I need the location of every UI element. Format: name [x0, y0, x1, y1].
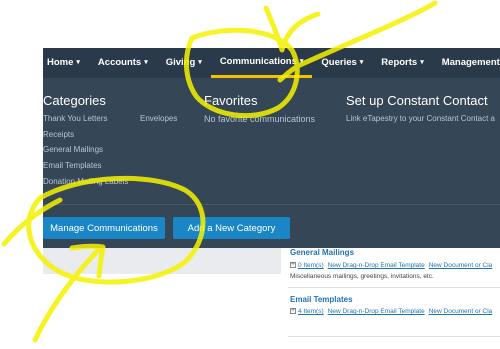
- category-link-donation-mailing-labels[interactable]: Donation Mailing Labels: [43, 177, 128, 186]
- screen: Home ▾ Accounts ▾ Giving ▾ Communications ▾ …: [0, 0, 500, 349]
- nav-giving[interactable]: Giving ▾: [157, 48, 211, 78]
- nav-home[interactable]: Home ▾: [43, 48, 89, 78]
- add-category-button[interactable]: Add a New Category: [173, 217, 290, 239]
- expand-icon[interactable]: +: [290, 262, 296, 269]
- new-email-template-link[interactable]: New Drag-n-Drop Email Template: [328, 308, 425, 315]
- left-panel: [43, 248, 281, 274]
- item-count-link[interactable]: 4 Item(s): [298, 308, 324, 315]
- nav-accounts-label: Accounts: [97, 57, 142, 68]
- nav-communications[interactable]: Communications ▾: [210, 48, 313, 78]
- category-link-general-mailings[interactable]: General Mailings: [43, 145, 103, 154]
- chevron-down-icon: ▾: [76, 59, 80, 66]
- constant-contact-heading: Set up Constant Contact: [346, 93, 488, 108]
- chevron-down-icon: ▾: [359, 59, 364, 66]
- communications-content: General Mailings +0 Item(s) New Drag-n-Dr…: [43, 248, 500, 349]
- new-document-link[interactable]: New Document or Cla: [429, 308, 493, 315]
- highlighter-arrowhead-top: [263, 5, 321, 53]
- nav-reports[interactable]: Reports ▾: [372, 48, 432, 78]
- item-count-link[interactable]: 0 Item(s): [298, 262, 324, 269]
- categories-heading: Categories: [43, 93, 106, 108]
- nav-queries-label: Queries: [321, 57, 357, 68]
- dropdown-divider: [43, 204, 500, 205]
- nav-reports-label: Reports: [381, 57, 418, 68]
- chevron-down-icon: ▾: [420, 59, 424, 66]
- constant-contact-link[interactable]: Link eTapestry to your Constant Contact …: [346, 114, 495, 123]
- nav-management-label: Management: [441, 57, 500, 68]
- chevron-down-icon: ▾: [198, 59, 202, 66]
- main-navbar: Home ▾ Accounts ▾ Giving ▾ Communications ▾ …: [43, 48, 500, 78]
- favorites-empty-text: No favorite communications: [204, 114, 316, 124]
- nav-communications-label: Communications: [219, 56, 297, 67]
- chevron-down-icon: ▾: [144, 59, 148, 66]
- section-meta-general-mailings: +0 Item(s) New Drag-n-Drop Email Template…: [290, 262, 496, 269]
- category-link-envelopes[interactable]: Envelopes: [140, 114, 177, 123]
- new-email-template-link[interactable]: New Drag-n-Drop Email Template: [328, 262, 425, 269]
- nav-management[interactable]: Management▾: [433, 48, 500, 78]
- nav-queries[interactable]: Queries ▾: [312, 48, 372, 78]
- row-divider: [288, 287, 500, 288]
- favorites-heading: Favorites: [204, 93, 258, 108]
- section-meta-email-templates: +4 Item(s) New Drag-n-Drop Email Template…: [290, 308, 496, 315]
- manage-communications-button[interactable]: Manage Communications: [43, 217, 165, 239]
- section-description: Miscellaneous mailings, greetings, invit…: [290, 273, 434, 280]
- chevron-down-icon: ▾: [299, 58, 304, 65]
- new-document-link[interactable]: New Document or Cla: [429, 262, 493, 269]
- section-title-email-templates[interactable]: Email Templates: [290, 295, 353, 304]
- row-divider: [288, 336, 500, 337]
- category-link-receipts[interactable]: Receipts: [43, 130, 74, 139]
- nav-home-label: Home: [47, 57, 74, 68]
- expand-icon[interactable]: +: [290, 308, 296, 315]
- communications-dropdown: Categories Thank You Letters Receipts Ge…: [43, 78, 500, 248]
- section-title-general-mailings[interactable]: General Mailings: [290, 248, 354, 257]
- nav-giving-label: Giving: [165, 57, 196, 68]
- category-link-email-templates[interactable]: Email Templates: [43, 161, 102, 170]
- nav-accounts[interactable]: Accounts ▾: [89, 48, 157, 78]
- category-link-thank-you-letters[interactable]: Thank You Letters: [43, 114, 108, 123]
